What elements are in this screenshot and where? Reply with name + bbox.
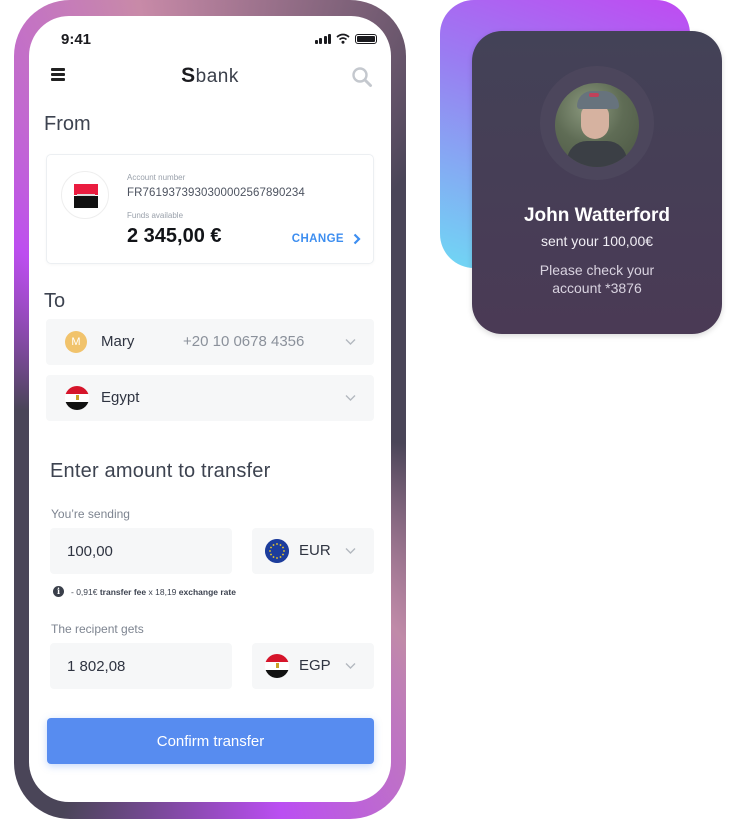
sent-amount: sent your 100,00€ xyxy=(540,233,654,249)
status-icons xyxy=(314,33,377,44)
egypt-flag-icon xyxy=(65,386,89,410)
sending-currency-select[interactable]: EUR xyxy=(252,528,374,574)
battery-icon xyxy=(355,33,377,44)
country-select[interactable]: Egypt xyxy=(46,375,374,421)
chevron-down-icon xyxy=(345,395,356,401)
notification-message: Please check your account *3876 xyxy=(472,261,722,297)
to-title: To xyxy=(44,290,66,312)
recipient-name: Mary xyxy=(101,333,135,350)
from-title: From xyxy=(44,113,91,135)
phone-screen: 9:41 Sbank From Account number FR7619373… xyxy=(29,16,391,802)
info-icon: i xyxy=(53,586,64,597)
recipient-phone: +20 10 0678 4356 xyxy=(183,333,305,350)
receiving-currency-select[interactable]: EGP xyxy=(252,643,374,689)
exchange-rate-label: exchange rate xyxy=(178,586,236,597)
funds-label: Funds available xyxy=(127,211,184,220)
fee-text: - 0,91€ transfer fee x 18,19 exchange ra… xyxy=(71,587,236,597)
sending-amount-input[interactable] xyxy=(50,528,232,574)
chevron-down-icon xyxy=(345,663,356,669)
confirm-transfer-button[interactable]: Confirm transfer xyxy=(47,718,374,764)
account-number: FR7619373930300002567890234 xyxy=(127,187,305,199)
eu-flag-icon xyxy=(265,539,289,563)
from-account-card: Account number FR76193739303000025678902… xyxy=(46,154,374,264)
logo-mark: S xyxy=(181,64,196,87)
recipient-avatar: M xyxy=(65,331,87,353)
nav-bar: Sbank xyxy=(29,62,391,92)
receiving-label: The recipent gets xyxy=(51,622,144,636)
fee-amount: - 0,91€ xyxy=(71,586,98,597)
fee-label: transfer fee xyxy=(99,586,147,597)
notification-card: John Watterford sent your 100,00€ Please… xyxy=(472,31,722,334)
receiving-amount-input[interactable] xyxy=(50,643,232,689)
search-icon[interactable] xyxy=(351,66,373,88)
change-account-button[interactable]: CHANGE xyxy=(292,233,361,245)
exchange-rate-value: x 18,19 xyxy=(148,586,177,597)
status-bar: 9:41 xyxy=(29,16,391,56)
country-name: Egypt xyxy=(101,389,140,406)
message-line-1: Please check your xyxy=(539,262,655,278)
sending-label: You’re sending xyxy=(51,507,130,521)
change-label: CHANGE xyxy=(291,233,344,245)
signal-icon xyxy=(314,33,331,44)
chevron-down-icon xyxy=(345,548,356,554)
sender-avatar xyxy=(555,83,639,167)
message-line-2: account *3876 xyxy=(552,280,642,296)
bank-account-logo xyxy=(61,171,109,219)
chevron-down-icon xyxy=(345,339,356,345)
receiving-currency-code: EGP xyxy=(299,657,331,674)
recipient-select[interactable]: M Mary +20 10 0678 4356 xyxy=(46,319,374,365)
sending-currency-code: EUR xyxy=(299,542,331,559)
account-number-label: Account number xyxy=(127,173,186,182)
wifi-icon xyxy=(336,33,350,44)
logo-text: bank xyxy=(195,66,239,87)
phone-frame: 9:41 Sbank From Account number FR7619373… xyxy=(14,0,406,819)
chevron-right-icon xyxy=(353,233,361,245)
fee-info: i - 0,91€ transfer fee x 18,19 exchange … xyxy=(53,586,236,597)
sender-name: John Watterford xyxy=(523,205,670,226)
status-time: 9:41 xyxy=(61,31,92,48)
bank-logo: Sbank xyxy=(29,64,391,88)
amount-title: Enter amount to transfer xyxy=(50,460,271,482)
funds-available: 2 345,00 € xyxy=(127,225,222,247)
egypt-flag-icon xyxy=(265,654,289,678)
